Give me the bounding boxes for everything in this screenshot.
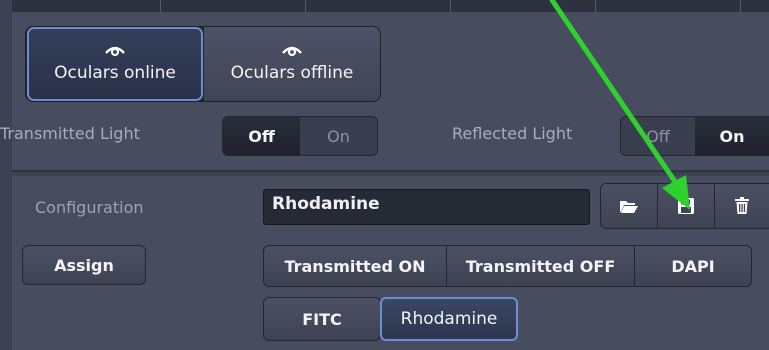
top-strip-divider <box>305 0 306 12</box>
oculars-offline-button[interactable]: Oculars offline <box>204 27 380 101</box>
save-icon <box>678 198 694 214</box>
transmitted-light-off-option[interactable]: Off <box>223 117 300 155</box>
save-configuration-button[interactable] <box>657 183 715 229</box>
transmitted-light-toggle: Off On <box>222 116 378 156</box>
eye-icon <box>282 46 302 57</box>
oculars-online-button[interactable]: Oculars online <box>27 27 203 101</box>
top-strip-divider <box>740 0 741 12</box>
configuration-name-field[interactable]: Rhodamine <box>263 189 590 225</box>
trash-icon <box>735 197 749 214</box>
reflected-light-toggle: Off On <box>620 116 769 156</box>
left-edge <box>0 0 12 350</box>
top-strip <box>0 0 769 12</box>
top-strip-divider <box>595 0 596 12</box>
folder-open-icon <box>620 201 638 213</box>
ocular-toggle-group: Oculars online Oculars offline <box>25 26 381 102</box>
oculars-offline-label: Oculars offline <box>230 63 354 83</box>
open-configuration-button[interactable] <box>600 183 658 229</box>
preset-fitc-button[interactable]: FITC <box>263 297 381 341</box>
delete-configuration-button[interactable] <box>714 183 769 229</box>
panel-divider <box>12 170 769 172</box>
eye-icon <box>105 46 125 57</box>
oculars-online-label: Oculars online <box>54 63 176 83</box>
reflected-light-on-option[interactable]: On <box>695 117 769 155</box>
assign-button[interactable]: Assign <box>22 245 146 285</box>
reflected-light-off-option[interactable]: Off <box>621 117 695 155</box>
transmitted-light-label: Transmitted Light <box>0 124 140 143</box>
top-strip-divider <box>160 0 161 12</box>
preset-transmitted-off-button[interactable]: Transmitted OFF <box>446 245 635 287</box>
top-strip-divider <box>450 0 451 12</box>
preset-transmitted-on-button[interactable]: Transmitted ON <box>263 245 447 287</box>
preset-rhodamine-button[interactable]: Rhodamine <box>380 297 518 341</box>
configuration-label: Configuration <box>35 198 144 217</box>
preset-dapi-button[interactable]: DAPI <box>634 245 752 287</box>
transmitted-light-on-option[interactable]: On <box>300 117 377 155</box>
reflected-light-label: Reflected Light <box>452 124 573 143</box>
